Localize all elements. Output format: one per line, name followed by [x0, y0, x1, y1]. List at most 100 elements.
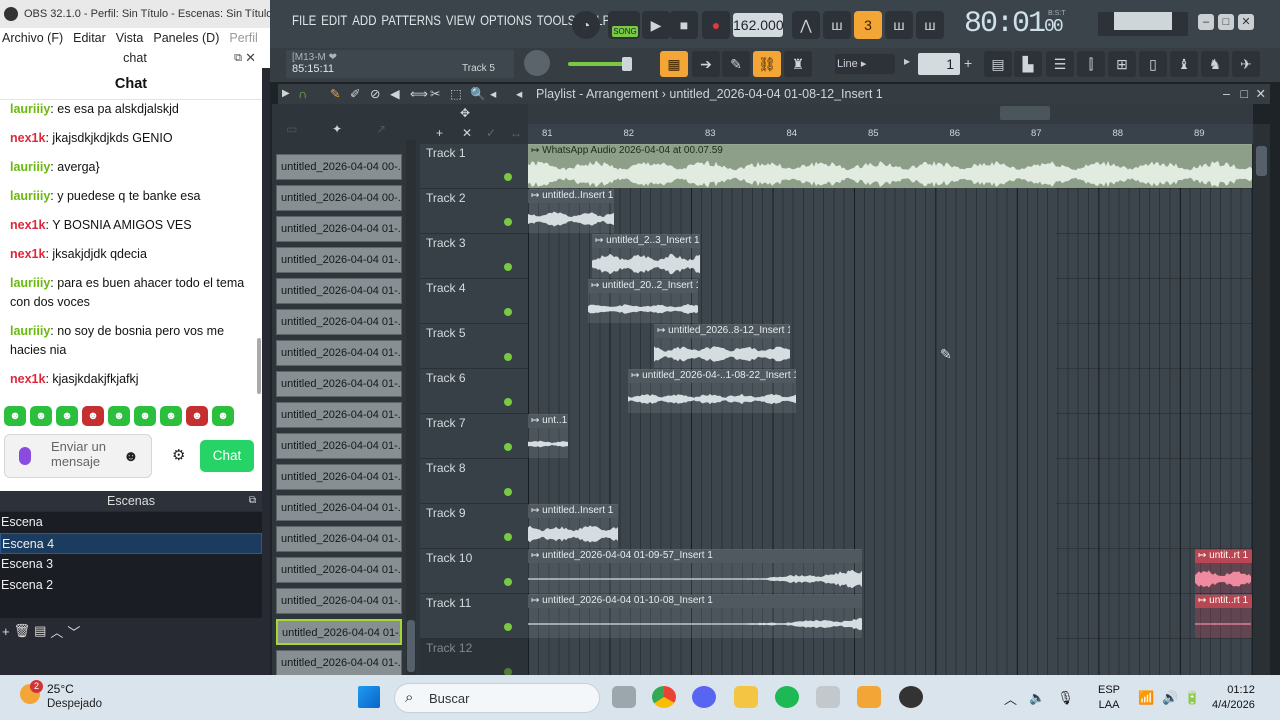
channel-rack-icon[interactable]: ☰ — [1046, 51, 1074, 77]
step-edit-icon[interactable]: ш — [885, 11, 913, 39]
loop-record-icon[interactable]: ш — [916, 11, 944, 39]
track-lane[interactable] — [1056, 189, 1252, 234]
magnet-icon[interactable]: ∩ — [298, 84, 307, 104]
pattern-scroll-thumb[interactable] — [407, 620, 415, 672]
chat-username[interactable]: nex1k — [10, 372, 45, 386]
mute-icon[interactable]: ◀ — [390, 84, 400, 104]
pattern-item[interactable]: untitled_2026-04-04 01-... — [276, 247, 402, 273]
file-icon[interactable]: ▯ — [1139, 51, 1167, 77]
emote-icon[interactable]: ☻ — [160, 406, 182, 426]
menu-archivo[interactable]: Archivo (F) — [0, 31, 71, 45]
scene-down-icon[interactable]: ﹀ — [67, 622, 80, 641]
discord-icon[interactable] — [692, 686, 716, 708]
audio-clip[interactable]: ↦ unt..1 — [528, 414, 568, 458]
zoom-icon[interactable]: 🔍 — [470, 84, 486, 104]
pattern-item[interactable]: untitled_2026-04-04 01-... — [276, 309, 402, 335]
track-mute-led[interactable] — [504, 398, 512, 406]
chat-send-button[interactable]: Chat — [200, 440, 254, 472]
track-mute-led[interactable] — [504, 353, 512, 361]
maximize-icon[interactable]: □ — [1240, 84, 1248, 104]
taskbar-clock[interactable]: 01:12 4/4/2026 — [1212, 683, 1255, 713]
track-mute-led[interactable] — [504, 488, 512, 496]
chat-username[interactable]: lauriiiy — [10, 324, 50, 338]
audio-clip[interactable]: ↦ untit..rt 1 — [1195, 594, 1252, 638]
fl-menu-patterns[interactable]: PATTERNS — [381, 12, 441, 28]
chat-username[interactable]: lauriiiy — [10, 102, 50, 116]
fl-studio-icon[interactable] — [857, 686, 881, 708]
browser-icon[interactable]: ⊞ — [1108, 51, 1136, 77]
track-header[interactable]: Track 3 — [420, 234, 528, 279]
send-message-input[interactable]: Enviar un mensaje ☻ — [4, 434, 152, 478]
chat-settings-gear-icon[interactable]: ⚙ — [172, 446, 185, 464]
dock-float-icon[interactable]: ⧉ — [249, 491, 256, 511]
track-header[interactable]: Track 6 — [420, 369, 528, 414]
chat-username[interactable]: lauriiiy — [10, 276, 50, 290]
track-header[interactable]: Track 7 — [420, 414, 528, 459]
emote-icon[interactable]: ☻ — [134, 406, 156, 426]
chat-username[interactable]: lauriiiy — [10, 160, 50, 174]
playlist-arrow-icon[interactable]: ▶ — [282, 84, 290, 104]
playlist-scroll-thumb[interactable] — [1256, 146, 1267, 176]
audio-clip[interactable]: ↦ untitled_2026-04-..1-08-22_Insert 1 — [628, 369, 796, 413]
chat-username[interactable]: lauriiiy — [10, 189, 50, 203]
track-header[interactable]: Track 4 — [420, 279, 528, 324]
mixer-icon[interactable]: ⫿ — [1077, 51, 1105, 77]
wizard-icon[interactable]: ♞ — [1201, 51, 1229, 77]
record-meter-icon[interactable]: ◔ — [572, 11, 600, 39]
playlist-overview[interactable] — [528, 104, 1253, 124]
track-lane[interactable] — [1056, 504, 1252, 549]
windows-start-icon[interactable] — [358, 686, 380, 708]
fl-menu-file[interactable]: FILE — [292, 12, 316, 28]
scene-up-icon[interactable]: ︿ — [50, 622, 63, 641]
fl-menu-view[interactable]: VIEW — [446, 12, 475, 28]
emote-icon[interactable]: ☻ — [108, 406, 130, 426]
track-header[interactable]: Track 9 — [420, 504, 528, 549]
battery-icon[interactable]: 🔋 — [1184, 690, 1200, 706]
overview-thumb[interactable] — [1000, 106, 1050, 120]
metronome-icon[interactable]: ⋀ — [792, 11, 820, 39]
picker-target-icon[interactable]: ✦ — [332, 122, 342, 136]
close-icon[interactable]: ✕ — [1256, 84, 1266, 104]
weather-temperature[interactable]: 25°C — [47, 682, 74, 696]
pencil-icon[interactable]: ✎ — [330, 84, 340, 104]
track-mute-led[interactable] — [504, 173, 512, 181]
speaker-icon[interactable]: ◂ — [516, 84, 522, 104]
audio-clip[interactable]: ↦ untitled..Insert 1 — [528, 189, 614, 233]
audio-clip[interactable]: ↦ untitled..Insert 1 — [528, 504, 618, 548]
tracks-scroll-icon[interactable]: ✥ — [460, 106, 470, 120]
minimize-icon[interactable]: – — [1223, 84, 1230, 104]
emote-icon[interactable]: ☻ — [212, 406, 234, 426]
pattern-item[interactable]: untitled_2026-04-04 01-... — [276, 278, 402, 304]
microphone-icon[interactable] — [19, 447, 31, 465]
dock-close-icon[interactable]: ✕ — [245, 48, 256, 68]
scene-item[interactable]: Escena 2 — [0, 575, 262, 596]
emoji-icon[interactable]: ☻ — [123, 448, 139, 465]
tempo-display[interactable]: 162.000 — [733, 13, 784, 37]
playlist-icon[interactable]: ▤ — [984, 51, 1012, 77]
select-icon[interactable]: ⬚ — [450, 84, 462, 104]
emote-icon[interactable]: ☻ — [4, 406, 26, 426]
track-lane[interactable] — [1056, 324, 1252, 369]
help-icon[interactable]: ✈ — [1232, 51, 1260, 77]
menu-editar[interactable]: Editar — [71, 31, 114, 45]
track-lane[interactable] — [1056, 414, 1252, 459]
record-icon[interactable]: ● — [702, 11, 730, 39]
fl-menu-tools[interactable]: TOOLS — [537, 12, 576, 28]
pattern-item[interactable]: untitled_2026-04-04 01-... — [276, 216, 402, 242]
fl-menu-edit[interactable]: EDIT — [321, 12, 347, 28]
pattern-item[interactable]: untitled_2026-04-04 00-... — [276, 154, 402, 180]
track-header[interactable]: Track 5 — [420, 324, 528, 369]
file-explorer-icon[interactable] — [734, 686, 758, 708]
language-indicator[interactable]: ESP LAA — [1098, 683, 1120, 713]
play-icon[interactable]: ▶ — [642, 11, 670, 39]
audio-clip[interactable]: ↦ untitled_2026..8-12_Insert 1 — [654, 324, 790, 368]
track-mute-led[interactable] — [504, 533, 512, 541]
playback-icon[interactable]: ◂ — [490, 84, 496, 104]
arrow-right-icon[interactable]: ➔ — [692, 51, 720, 77]
microphone-tray-icon[interactable]: 🎙 — [1057, 690, 1074, 706]
remove-track-icon[interactable]: ✕ — [462, 126, 472, 140]
track-lane[interactable] — [1056, 279, 1252, 324]
minimize-icon[interactable]: – — [1198, 14, 1214, 30]
chat-username[interactable]: nex1k — [10, 218, 45, 232]
pattern-item[interactable]: untitled_2026-04-04 01-... — [276, 650, 402, 676]
